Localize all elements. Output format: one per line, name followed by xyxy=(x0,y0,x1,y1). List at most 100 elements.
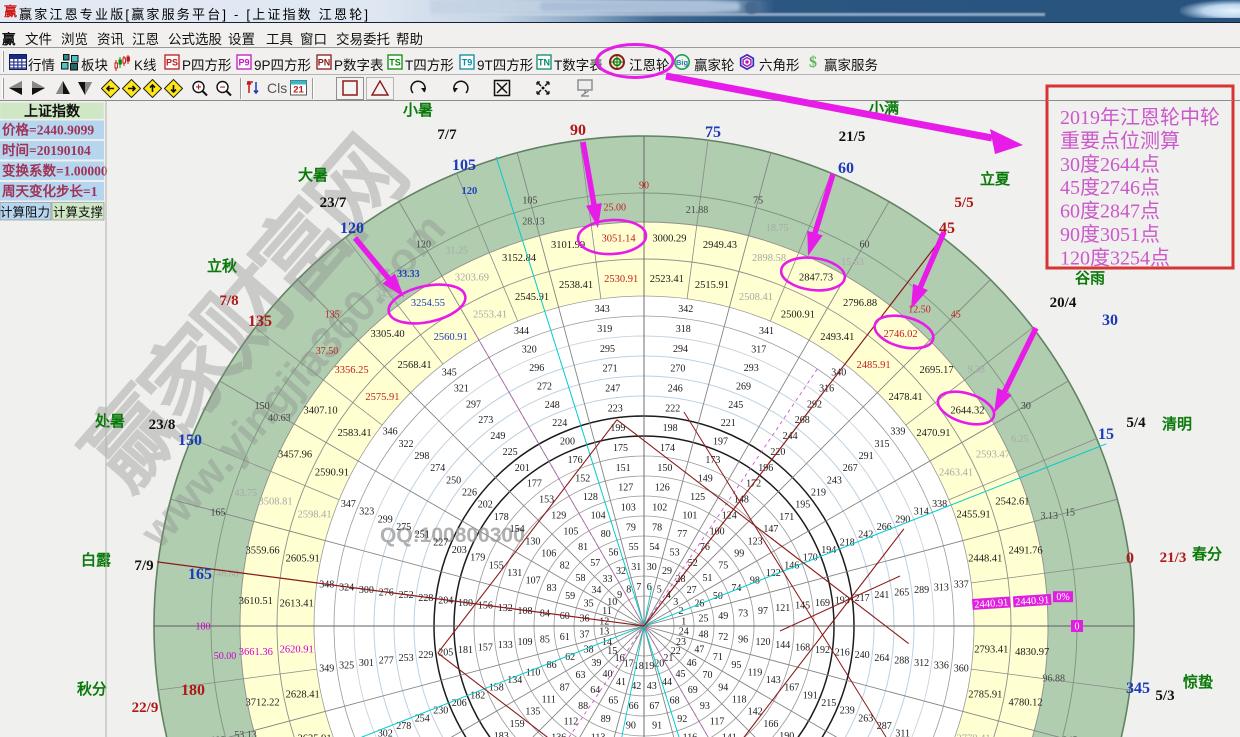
svg-text:177: 177 xyxy=(527,479,542,490)
svg-text:130: 130 xyxy=(525,536,540,547)
svg-text:立秋: 立秋 xyxy=(207,257,238,275)
svg-text:5/5: 5/5 xyxy=(954,195,973,211)
svg-text:2620.91: 2620.91 xyxy=(280,644,314,655)
svg-text:0: 0 xyxy=(1075,622,1080,633)
svg-text:75: 75 xyxy=(705,124,721,141)
svg-text:3051.14: 3051.14 xyxy=(602,233,637,244)
svg-text:151: 151 xyxy=(616,463,631,474)
svg-text:33.33: 33.33 xyxy=(397,269,420,280)
svg-text:33: 33 xyxy=(603,574,613,585)
svg-text:275: 275 xyxy=(396,522,411,533)
svg-text:19: 19 xyxy=(644,661,654,672)
svg-text:47: 47 xyxy=(694,645,704,656)
svg-text:135: 135 xyxy=(248,313,272,330)
svg-text:90: 90 xyxy=(626,721,636,732)
svg-text:78: 78 xyxy=(652,522,662,533)
svg-text:227: 227 xyxy=(433,537,448,548)
svg-text:96.88: 96.88 xyxy=(1042,674,1065,685)
svg-text:7/9: 7/9 xyxy=(134,558,153,574)
svg-text:56: 56 xyxy=(608,548,618,559)
svg-text:7: 7 xyxy=(636,582,641,593)
svg-text:246: 246 xyxy=(668,384,683,395)
svg-text:165: 165 xyxy=(211,507,226,518)
svg-text:99: 99 xyxy=(734,548,744,559)
svg-text:272: 272 xyxy=(537,381,552,392)
svg-text:345: 345 xyxy=(442,368,457,379)
svg-text:66: 66 xyxy=(629,701,639,712)
svg-text:变换系数=1.00000: 变换系数=1.00000 xyxy=(2,163,108,179)
svg-text:106: 106 xyxy=(541,548,556,559)
svg-text:150: 150 xyxy=(178,432,202,449)
svg-text:325: 325 xyxy=(339,661,354,672)
svg-text:313: 313 xyxy=(934,582,949,593)
svg-text:294: 294 xyxy=(673,344,688,355)
svg-text:2440.91: 2440.91 xyxy=(1015,595,1050,608)
svg-text:318: 318 xyxy=(676,324,691,335)
svg-text:53: 53 xyxy=(670,548,680,559)
svg-text:2470.91: 2470.91 xyxy=(916,428,950,439)
svg-text:339: 339 xyxy=(890,427,905,438)
svg-text:179: 179 xyxy=(470,553,485,564)
svg-text:83: 83 xyxy=(547,583,557,594)
svg-text:50.00: 50.00 xyxy=(214,651,237,662)
svg-text:39: 39 xyxy=(591,658,601,669)
svg-text:27: 27 xyxy=(687,585,697,596)
svg-text:168: 168 xyxy=(795,642,810,653)
svg-text:3508.81: 3508.81 xyxy=(259,497,293,508)
svg-text:15: 15 xyxy=(1065,507,1075,518)
svg-text:273: 273 xyxy=(478,415,493,426)
svg-text:183: 183 xyxy=(494,731,509,737)
svg-text:291: 291 xyxy=(859,451,874,462)
svg-text:298: 298 xyxy=(414,451,429,462)
svg-text:197: 197 xyxy=(713,437,728,448)
svg-text:167: 167 xyxy=(784,683,799,694)
svg-text:120: 120 xyxy=(340,220,364,237)
svg-text:178: 178 xyxy=(494,512,509,523)
svg-text:105: 105 xyxy=(452,157,476,174)
svg-text:126: 126 xyxy=(655,483,670,494)
svg-text:102: 102 xyxy=(652,503,667,514)
svg-text:2847.73: 2847.73 xyxy=(799,273,833,284)
svg-text:109: 109 xyxy=(518,637,533,648)
svg-text:116: 116 xyxy=(683,732,698,737)
svg-text:2796.88: 2796.88 xyxy=(843,298,877,309)
svg-text:180: 180 xyxy=(196,622,211,633)
svg-text:57: 57 xyxy=(590,558,600,569)
svg-text:6.25: 6.25 xyxy=(1011,434,1029,445)
svg-text:113: 113 xyxy=(591,732,606,737)
svg-text:289: 289 xyxy=(914,585,929,596)
svg-text:37: 37 xyxy=(580,629,590,640)
svg-text:3152.84: 3152.84 xyxy=(502,253,537,264)
svg-text:45度2746点: 45度2746点 xyxy=(1060,176,1160,199)
svg-text:5/3: 5/3 xyxy=(1155,688,1174,704)
svg-text:299: 299 xyxy=(378,514,393,525)
svg-text:3203.69: 3203.69 xyxy=(455,273,489,284)
svg-text:5/4: 5/4 xyxy=(1126,415,1146,431)
svg-text:81: 81 xyxy=(578,542,588,553)
svg-text:321: 321 xyxy=(454,384,469,395)
svg-text:248: 248 xyxy=(545,400,560,411)
svg-text:周天变化步长=1: 周天变化步长=1 xyxy=(2,183,98,199)
svg-text:165: 165 xyxy=(188,566,212,583)
svg-text:8: 8 xyxy=(626,585,631,596)
svg-text:25: 25 xyxy=(699,614,709,625)
svg-text:100: 100 xyxy=(710,526,725,537)
svg-text:344: 344 xyxy=(514,326,529,337)
svg-text:75: 75 xyxy=(753,196,763,207)
svg-text:51: 51 xyxy=(703,573,713,584)
svg-text:59: 59 xyxy=(565,591,575,602)
svg-text:129: 129 xyxy=(551,510,566,521)
svg-text:243: 243 xyxy=(827,475,842,486)
svg-text:127: 127 xyxy=(618,483,633,494)
svg-text:131: 131 xyxy=(507,568,522,579)
svg-text:225: 225 xyxy=(503,447,518,458)
svg-text:97: 97 xyxy=(758,606,768,617)
svg-text:2644.32: 2644.32 xyxy=(950,405,984,416)
svg-text:202: 202 xyxy=(478,500,493,511)
svg-text:297: 297 xyxy=(466,399,481,410)
svg-text:133: 133 xyxy=(498,640,513,651)
svg-text:7/8: 7/8 xyxy=(219,293,238,309)
svg-text:251: 251 xyxy=(415,530,430,541)
svg-text:时间=20190104: 时间=20190104 xyxy=(2,142,91,158)
svg-text:60: 60 xyxy=(860,240,870,251)
